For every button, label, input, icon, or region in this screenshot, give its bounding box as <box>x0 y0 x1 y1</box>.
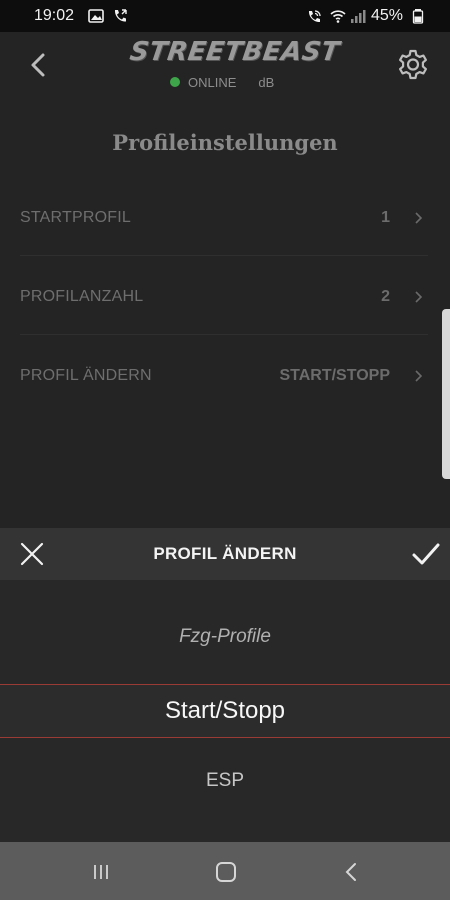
chevron-right-icon <box>415 291 423 303</box>
sheet-title: PROFIL ÄNDERN <box>153 544 297 563</box>
signal-icon <box>351 10 366 23</box>
profile-picker-sheet: PROFIL ÄNDERN Fzg-Profile Start/Stopp ES… <box>0 528 450 842</box>
recents-icon[interactable] <box>85 856 117 888</box>
setting-startprofil[interactable]: STARTPROFIL 1 <box>20 177 428 256</box>
picker-option[interactable]: Fzg-Profile <box>0 626 450 648</box>
picker-option[interactable]: ESP <box>0 770 450 792</box>
unit-label: dB <box>258 74 275 90</box>
page-title: Profileinstellungen <box>112 130 338 155</box>
system-nav-bar <box>0 842 450 900</box>
setting-value: 1 <box>381 209 390 226</box>
sheet-toolbar: PROFIL ÄNDERN <box>0 528 450 580</box>
wifi-icon <box>330 10 346 23</box>
settings-list: STARTPROFIL 1 PROFILANZAHL 2 PROFIL ÄNDE… <box>20 177 428 414</box>
setting-label: PROFILANZAHL <box>20 288 144 305</box>
status-bar: 19:02 45% <box>0 0 450 32</box>
online-indicator <box>170 77 180 87</box>
app-screen: STREETBEAST ONLINE dB Profileinstellunge… <box>0 32 450 842</box>
picker-option-selected[interactable]: Start/Stopp <box>0 684 450 738</box>
checkmark-icon[interactable] <box>410 540 442 568</box>
call-icon <box>114 9 127 22</box>
connection-status: ONLINE dB <box>170 74 274 90</box>
setting-label: PROFIL ÄNDERN <box>20 367 152 384</box>
battery-percent: 45% <box>371 7 404 24</box>
battery-icon <box>412 9 424 24</box>
setting-profilanzahl[interactable]: PROFILANZAHL 2 <box>20 256 428 335</box>
gallery-icon <box>88 9 104 23</box>
back-arrow-icon[interactable] <box>24 50 54 80</box>
setting-value: 2 <box>381 288 390 305</box>
setting-label: STARTPROFIL <box>20 209 131 226</box>
setting-profil-aendern[interactable]: PROFIL ÄNDERN START/STOPP <box>20 335 428 414</box>
connection-status-label: ONLINE <box>188 74 237 90</box>
status-time: 19:02 <box>34 7 75 24</box>
chevron-right-icon <box>415 370 423 382</box>
app-header: STREETBEAST ONLINE dB <box>0 32 450 132</box>
setting-value: START/STOPP <box>279 367 390 384</box>
home-icon[interactable] <box>210 856 242 888</box>
scrollbar-handle[interactable] <box>442 309 450 479</box>
profile-picker-wheel[interactable]: Fzg-Profile Start/Stopp ESP <box>0 580 450 842</box>
back-icon[interactable] <box>336 856 368 888</box>
streetbeast-logo: STREETBEAST <box>127 37 342 67</box>
gear-icon[interactable] <box>396 48 430 82</box>
chevron-right-icon <box>415 212 423 224</box>
wifi-call-icon <box>308 10 321 23</box>
